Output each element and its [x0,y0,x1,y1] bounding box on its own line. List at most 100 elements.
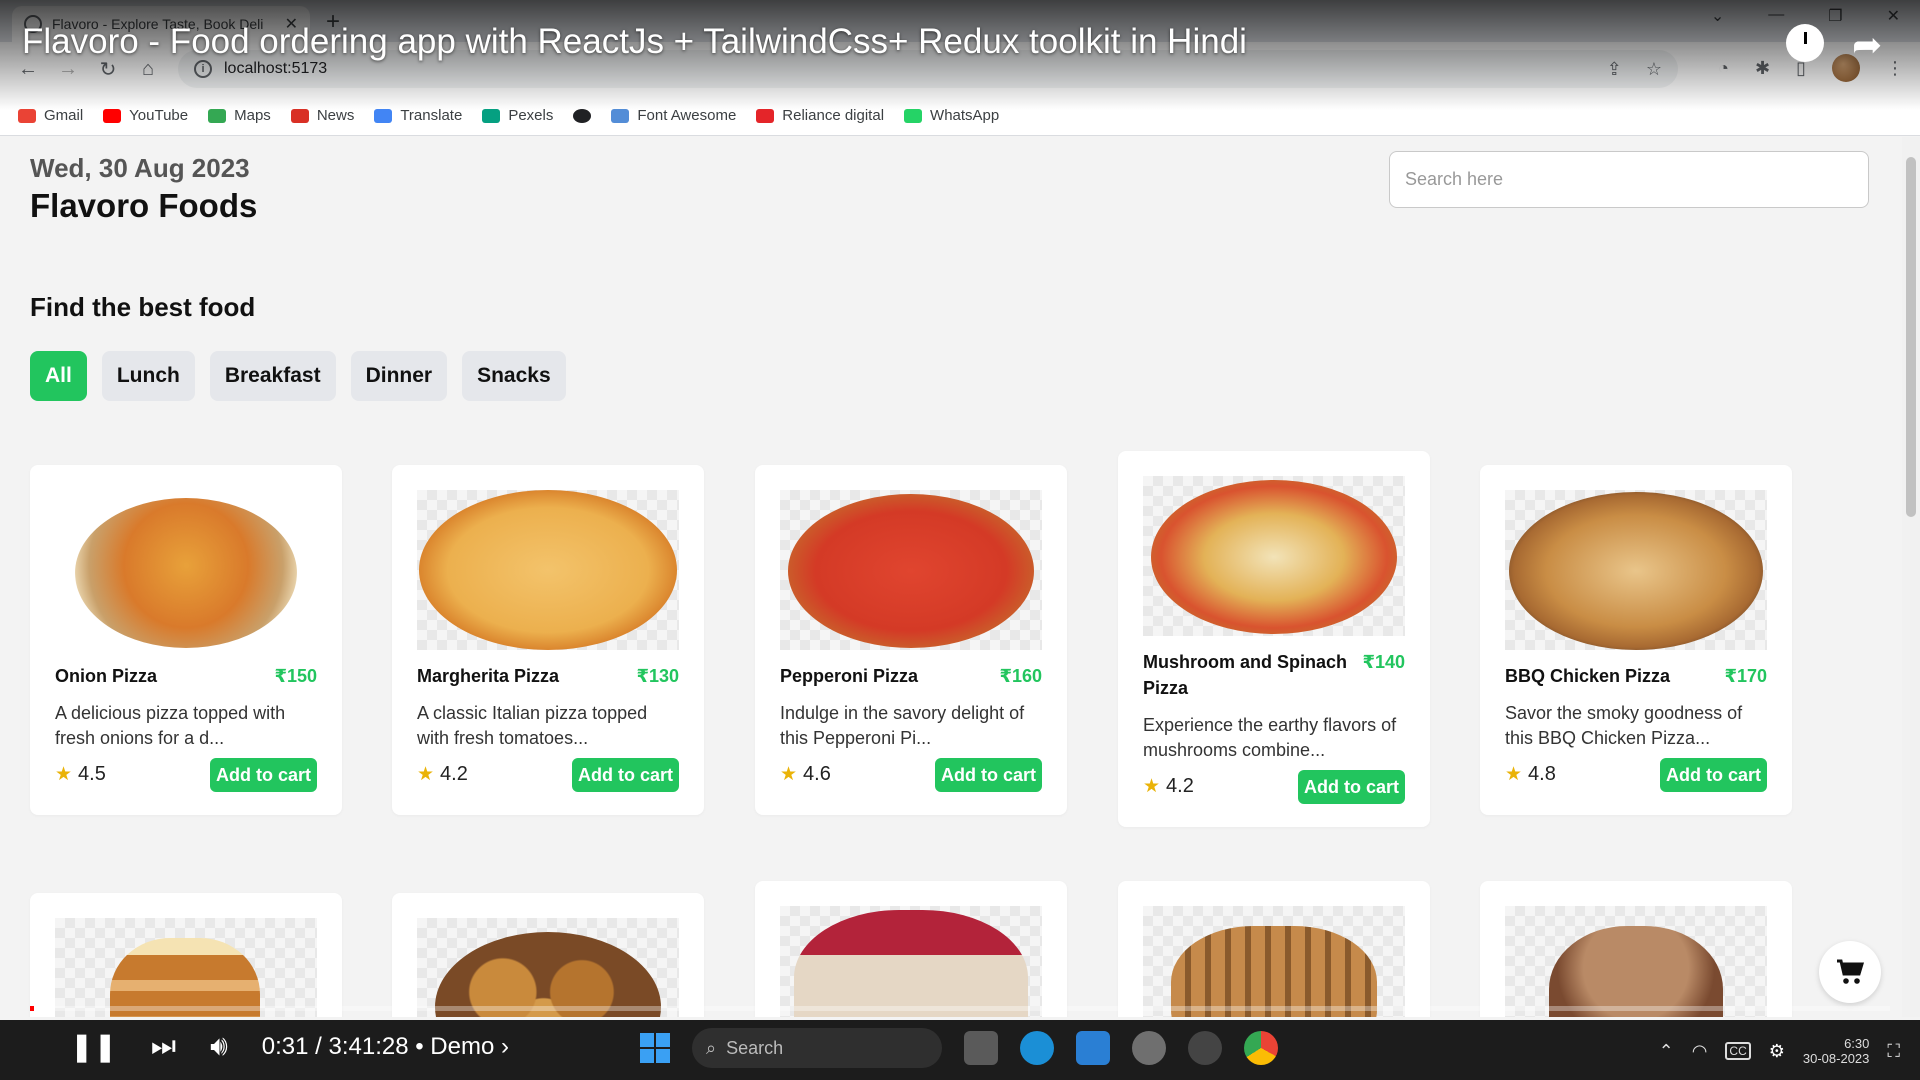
bookmark-item[interactable]: Font Awesome [611,107,736,124]
food-image [1505,490,1767,650]
extensions-icon[interactable]: ✱ [1755,58,1770,79]
bookmark-item[interactable]: Gmail [18,107,83,124]
new-tab-button[interactable]: + [326,8,340,36]
add-to-cart-button[interactable]: Add to cart [1659,758,1767,792]
category-snacks-button[interactable]: Snacks [462,351,566,401]
obs-icon[interactable] [1188,1031,1222,1065]
tab-search-icon[interactable]: ⌄ [1711,6,1724,26]
taskbar-search[interactable]: ⌕ Search [692,1028,942,1068]
bookmark-star-icon[interactable]: ☆ [1646,59,1662,80]
bookmark-item[interactable]: YouTube [103,107,188,124]
home-icon[interactable]: ⌂ [128,58,168,81]
food-image [55,490,317,650]
rating-value: 4.2 [1166,775,1194,797]
food-name: Onion Pizza [55,666,158,686]
hd-settings-icon[interactable]: ⚙ [1769,1041,1785,1062]
add-to-cart-button[interactable]: Add to cart [1297,770,1405,804]
site-info-icon[interactable]: i [194,60,212,78]
current-date: Wed, 30 Aug 2023 [30,153,250,183]
food-card [30,893,342,1017]
app-page: Wed, 30 Aug 2023 Flavoro Foods Find the … [0,137,1902,1017]
system-tray: ⌃ ◠ CC ⚙ 6:30 30-08-2023 ⛶ [1659,1036,1900,1066]
file-explorer-icon[interactable] [964,1031,998,1065]
forward-icon[interactable]: → [48,58,88,81]
windows-start-icon[interactable] [640,1033,670,1063]
food-card [1118,881,1430,1017]
bookmark-favicon-icon [482,108,501,123]
bookmark-favicon-icon [756,108,775,123]
food-description: Experience the earthy flavors of mushroo… [1143,715,1397,760]
video-progress-fill [30,1006,34,1011]
bookmark-item[interactable] [573,108,592,123]
share-video-icon[interactable]: ➦ [1852,24,1882,66]
taskbar-search-label: Search [726,1037,784,1058]
rating-value: 4.6 [803,763,831,785]
bookmark-favicon-icon [573,108,592,123]
bookmark-favicon-icon [18,108,36,123]
bookmarks-bar: Gmail YouTube Maps News Translate Pexels Font … [0,96,1920,136]
search-input[interactable] [1389,151,1869,208]
food-image [1143,906,1405,1017]
wifi-icon[interactable]: ◠ [1692,1041,1708,1062]
maximize-icon[interactable]: ❐ [1828,6,1842,26]
vscode-icon[interactable] [1076,1031,1110,1065]
video-time: 0:31 / 3:41:28 • Demo › [261,1032,509,1060]
add-to-cart-button[interactable]: Add to cart [934,758,1042,792]
back-icon[interactable]: ← [8,58,48,81]
taskbar-clock: 6:30 30-08-2023 [1803,1036,1870,1066]
food-card [1480,881,1792,1017]
food-image [417,490,679,650]
scrollbar-thumb[interactable] [1906,157,1916,517]
share-icon[interactable]: ⇪ [1607,59,1622,80]
category-lunch-button[interactable]: Lunch [101,351,195,401]
pause-icon[interactable]: ❚❚ [70,1030,117,1063]
chrome-icon[interactable] [1244,1031,1278,1065]
food-rating: ★ 4.8 [1505,763,1556,786]
taskbar-apps: ⌕ Search [640,1028,1278,1068]
video-progress-bar[interactable] [30,1006,1890,1011]
page-scrollbar[interactable] [1902,137,1920,1017]
address-bar[interactable]: i localhost:5173 ⇪ ☆ [178,50,1678,88]
food-name: Margherita Pizza [417,666,560,686]
menu-icon[interactable]: ⋮ [1886,58,1904,79]
browser-tab[interactable]: Flavoro - Explore Taste, Book Deli ✕ [12,6,310,42]
food-description: A delicious pizza topped with fresh onio… [55,703,286,748]
close-tab-icon[interactable]: ✕ [285,14,298,34]
edge-icon[interactable] [1020,1031,1054,1065]
cart-button[interactable] [1819,941,1881,1003]
fullscreen-icon[interactable]: ⛶ [1887,1041,1900,1062]
add-to-cart-button[interactable]: Add to cart [571,758,679,792]
bookmark-item[interactable]: Pexels [482,107,553,124]
cc-icon[interactable]: CC [1725,1042,1751,1060]
food-description: Indulge in the savory delight of this Pe… [780,703,1025,748]
performance-icon[interactable]: ◔ [1718,58,1729,79]
chatgpt-icon[interactable] [1132,1031,1166,1065]
next-icon[interactable]: ⏭ [151,1030,176,1063]
close-window-icon[interactable]: ✕ [1887,6,1900,26]
category-breakfast-button[interactable]: Breakfast [209,351,336,401]
food-name: BBQ Chicken Pizza [1505,666,1671,686]
food-description: Savor the smoky goodness of this BBQ Chi… [1505,703,1743,748]
bookmark-favicon-icon [374,108,393,123]
bookmark-favicon-icon [290,108,309,123]
globe-icon [24,15,42,33]
minimize-icon[interactable]: — [1768,6,1784,26]
volume-icon[interactable]: 🔊︎ [210,1030,228,1063]
bookmark-label: YouTube [129,107,189,124]
bookmark-favicon-icon [103,108,122,123]
category-dinner-button[interactable]: Dinner [350,351,448,401]
category-all-button[interactable]: All [30,351,87,401]
reload-icon[interactable]: ↻ [88,57,128,82]
bookmark-item[interactable]: WhatsApp [904,107,999,124]
bookmark-favicon-icon [208,108,227,123]
chevron-up-icon[interactable]: ⌃ [1659,1041,1674,1062]
bookmark-item[interactable]: News [290,107,354,124]
food-price: ₹140 [1362,652,1405,672]
add-to-cart-button[interactable]: Add to cart [209,758,317,792]
bookmark-item[interactable]: Maps [208,107,271,124]
food-price: ₹160 [999,666,1042,686]
clock-date: 30-08-2023 [1802,1051,1870,1066]
bookmark-item[interactable]: Translate [374,107,462,124]
bookmark-item[interactable]: Reliance digital [756,107,884,124]
watch-later-icon[interactable] [1786,24,1824,62]
